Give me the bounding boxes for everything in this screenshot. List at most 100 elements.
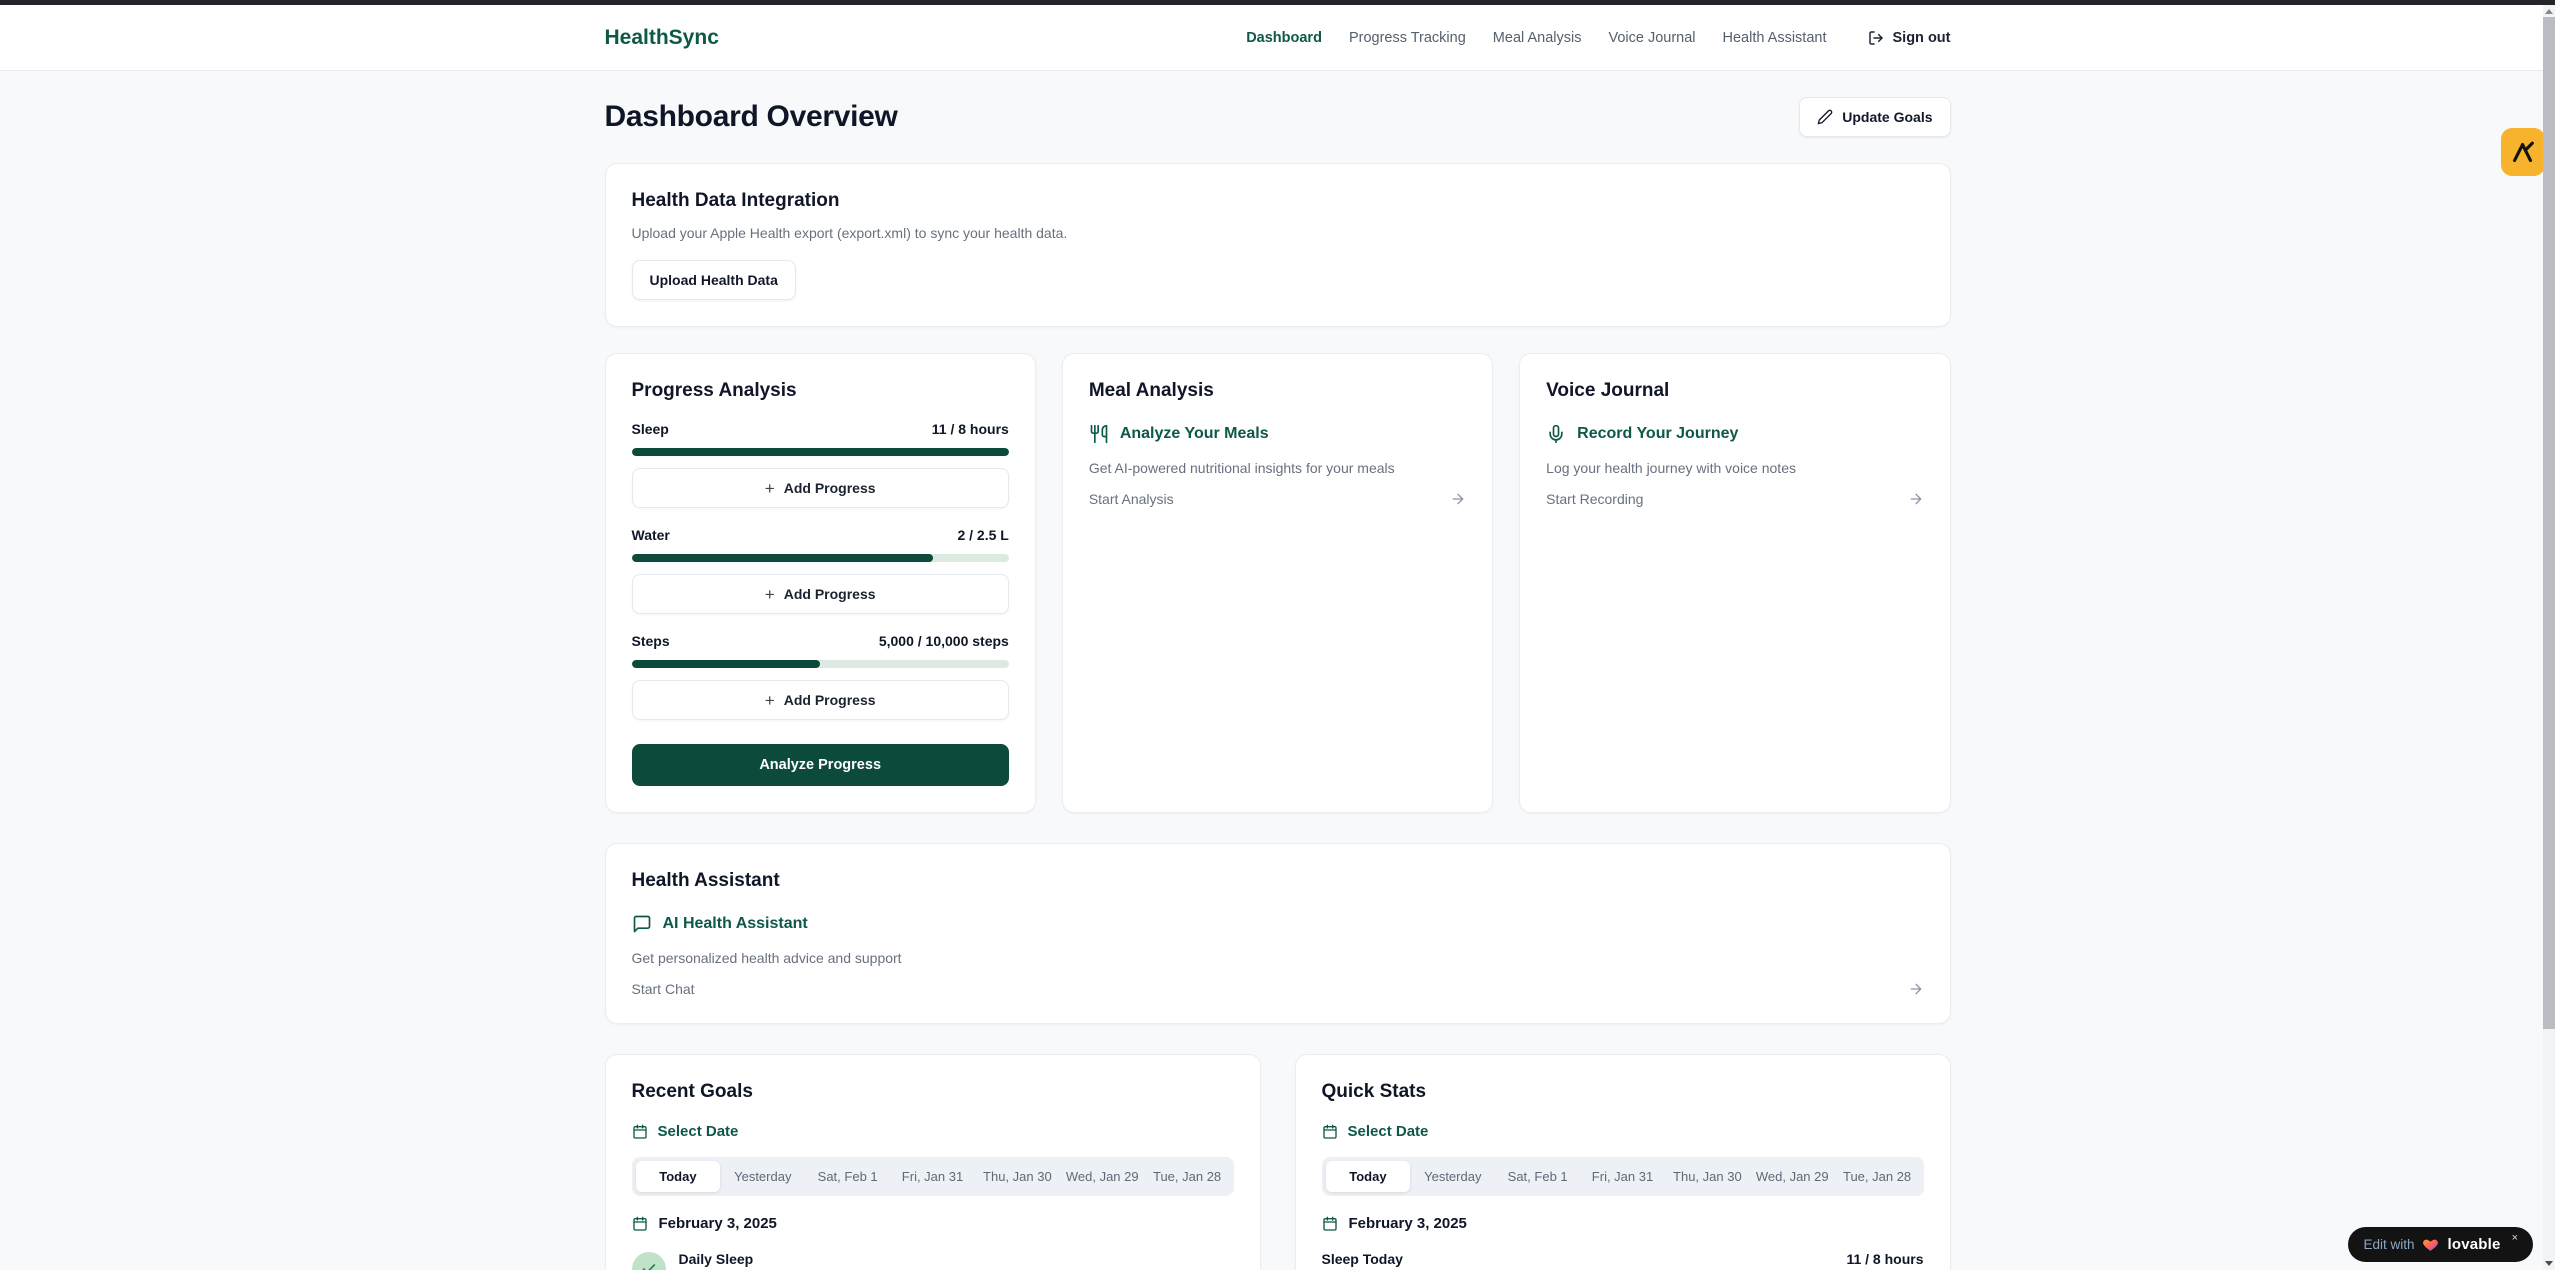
lovable-floating-button[interactable] [2501, 128, 2545, 176]
log-out-icon [1868, 30, 1884, 46]
water-label: Water [632, 527, 670, 543]
mic-icon [1546, 424, 1566, 444]
tab-sat-feb-1[interactable]: Sat, Feb 1 [1495, 1161, 1580, 1192]
sleep-add-progress-button[interactable]: + Add Progress [632, 468, 1009, 508]
sleep-value: 11 / 8 hours [932, 421, 1009, 437]
recent-goals-card: Recent Goals Select Date Today Yesterday… [605, 1054, 1261, 1270]
steps-add-progress-button[interactable]: + Add Progress [632, 680, 1009, 720]
recent-goals-current-date: February 3, 2025 [632, 1215, 1234, 1232]
voice-journal-description: Log your health journey with voice notes [1546, 460, 1923, 476]
tab-wed-jan-29[interactable]: Wed, Jan 29 [1060, 1161, 1145, 1192]
page-scrollbar[interactable] [2543, 5, 2555, 1270]
record-your-journey-link[interactable]: Record Your Journey [1546, 424, 1923, 444]
nav-voice-journal[interactable]: Voice Journal [1608, 30, 1695, 46]
steps-progress-bar [632, 660, 1009, 668]
add-progress-label: Add Progress [784, 480, 876, 496]
ai-health-assistant-label: AI Health Assistant [663, 915, 808, 933]
start-recording-action[interactable]: Start Recording [1546, 491, 1923, 507]
select-date-label: Select Date [1348, 1123, 1429, 1140]
nav-meal-analysis[interactable]: Meal Analysis [1493, 30, 1582, 46]
nav-dashboard[interactable]: Dashboard [1246, 30, 1322, 46]
analyze-progress-button[interactable]: Analyze Progress [632, 744, 1009, 786]
ai-health-assistant-link[interactable]: AI Health Assistant [632, 914, 1924, 934]
nav-progress-tracking[interactable]: Progress Tracking [1349, 30, 1466, 46]
sleep-today-label: Sleep Today [1322, 1251, 1403, 1267]
arrow-right-icon [1908, 491, 1924, 507]
health-assistant-title: Health Assistant [632, 870, 1924, 892]
start-analysis-action[interactable]: Start Analysis [1089, 491, 1466, 507]
sleep-today-value: 11 / 8 hours [1846, 1251, 1923, 1267]
water-progress-bar [632, 554, 1009, 562]
update-goals-label: Update Goals [1842, 109, 1932, 125]
meal-analysis-description: Get AI-powered nutritional insights for … [1089, 460, 1466, 476]
goal-list-item: Daily Sleep 11 / 8 hours [632, 1251, 1234, 1270]
progress-analysis-title: Progress Analysis [632, 380, 1009, 402]
sleep-label: Sleep [632, 421, 669, 437]
calendar-icon [632, 1216, 648, 1232]
steps-metric: Steps 5,000 / 10,000 steps + Add Progres… [632, 633, 1009, 720]
page-title: Dashboard Overview [605, 100, 898, 134]
recent-goals-select-date-button[interactable]: Select Date [632, 1123, 739, 1140]
start-recording-label: Start Recording [1546, 491, 1643, 507]
meal-analysis-title: Meal Analysis [1089, 380, 1466, 402]
scroll-down-icon[interactable] [2545, 1261, 2553, 1266]
start-chat-action[interactable]: Start Chat [632, 981, 1924, 997]
integration-title: Health Data Integration [632, 190, 1924, 212]
steps-label: Steps [632, 633, 670, 649]
tab-tue-jan-28[interactable]: Tue, Jan 28 [1145, 1161, 1230, 1192]
sleep-metric: Sleep 11 / 8 hours + Add Progress [632, 421, 1009, 508]
water-add-progress-button[interactable]: + Add Progress [632, 574, 1009, 614]
tab-sat-feb-1[interactable]: Sat, Feb 1 [805, 1161, 890, 1192]
health-data-integration-card: Health Data Integration Upload your Appl… [605, 163, 1951, 327]
close-icon[interactable]: × [2512, 1232, 2518, 1244]
recent-goals-title: Recent Goals [632, 1081, 1234, 1103]
voice-journal-card: Voice Journal Record Your Journey Log yo… [1519, 353, 1950, 813]
arrow-right-icon [1450, 491, 1466, 507]
update-goals-button[interactable]: Update Goals [1799, 97, 1950, 137]
app-header: HealthSync Dashboard Progress Tracking M… [0, 5, 2555, 71]
current-date-label: February 3, 2025 [1349, 1215, 1467, 1232]
tab-yesterday[interactable]: Yesterday [1410, 1161, 1495, 1192]
tab-today[interactable]: Today [636, 1161, 721, 1192]
add-progress-label: Add Progress [784, 692, 876, 708]
start-chat-label: Start Chat [632, 981, 695, 997]
health-assistant-card: Health Assistant AI Health Assistant Get… [605, 843, 1951, 1024]
utensils-icon [1089, 424, 1109, 444]
check-icon [632, 1252, 666, 1270]
select-date-label: Select Date [658, 1123, 739, 1140]
health-assistant-description: Get personalized health advice and suppo… [632, 950, 1924, 966]
tab-thu-jan-30[interactable]: Thu, Jan 30 [1665, 1161, 1750, 1192]
water-value: 2 / 2.5 L [957, 527, 1008, 543]
calendar-icon [1322, 1124, 1338, 1140]
scrollbar-thumb[interactable] [2543, 17, 2555, 1029]
tab-fri-jan-31[interactable]: Fri, Jan 31 [1580, 1161, 1665, 1192]
sleep-today-metric: Sleep Today 11 / 8 hours + Add Progress [1322, 1251, 1924, 1270]
plus-icon: + [765, 692, 775, 709]
add-progress-label: Add Progress [784, 586, 876, 602]
calendar-icon [632, 1124, 648, 1140]
analyze-your-meals-link[interactable]: Analyze Your Meals [1089, 424, 1466, 444]
nav-health-assistant[interactable]: Health Assistant [1723, 30, 1827, 46]
upload-health-data-button[interactable]: Upload Health Data [632, 260, 796, 300]
sign-out-label: Sign out [1893, 30, 1951, 46]
progress-analysis-card: Progress Analysis Sleep 11 / 8 hours + A… [605, 353, 1036, 813]
tab-thu-jan-30[interactable]: Thu, Jan 30 [975, 1161, 1060, 1192]
sleep-progress-fill [632, 448, 1009, 456]
tab-yesterday[interactable]: Yesterday [720, 1161, 805, 1192]
quick-stats-date-tabs: Today Yesterday Sat, Feb 1 Fri, Jan 31 T… [1322, 1157, 1924, 1196]
recent-goals-date-tabs: Today Yesterday Sat, Feb 1 Fri, Jan 31 T… [632, 1157, 1234, 1196]
scroll-up-icon[interactable] [2545, 9, 2553, 14]
quick-stats-card: Quick Stats Select Date Today Yesterday … [1295, 1054, 1951, 1270]
quick-stats-current-date: February 3, 2025 [1322, 1215, 1924, 1232]
heart-icon [2422, 1236, 2439, 1253]
sign-out-button[interactable]: Sign out [1868, 30, 1951, 46]
tab-wed-jan-29[interactable]: Wed, Jan 29 [1750, 1161, 1835, 1192]
meal-analysis-card: Meal Analysis Analyze Your Meals Get AI-… [1062, 353, 1493, 813]
tab-fri-jan-31[interactable]: Fri, Jan 31 [890, 1161, 975, 1192]
tab-today[interactable]: Today [1326, 1161, 1411, 1192]
tab-tue-jan-28[interactable]: Tue, Jan 28 [1835, 1161, 1920, 1192]
current-date-label: February 3, 2025 [659, 1215, 777, 1232]
quick-stats-select-date-button[interactable]: Select Date [1322, 1123, 1429, 1140]
message-square-icon [632, 914, 652, 934]
edit-with-lovable-badge[interactable]: Edit with lovable × [2348, 1227, 2533, 1262]
